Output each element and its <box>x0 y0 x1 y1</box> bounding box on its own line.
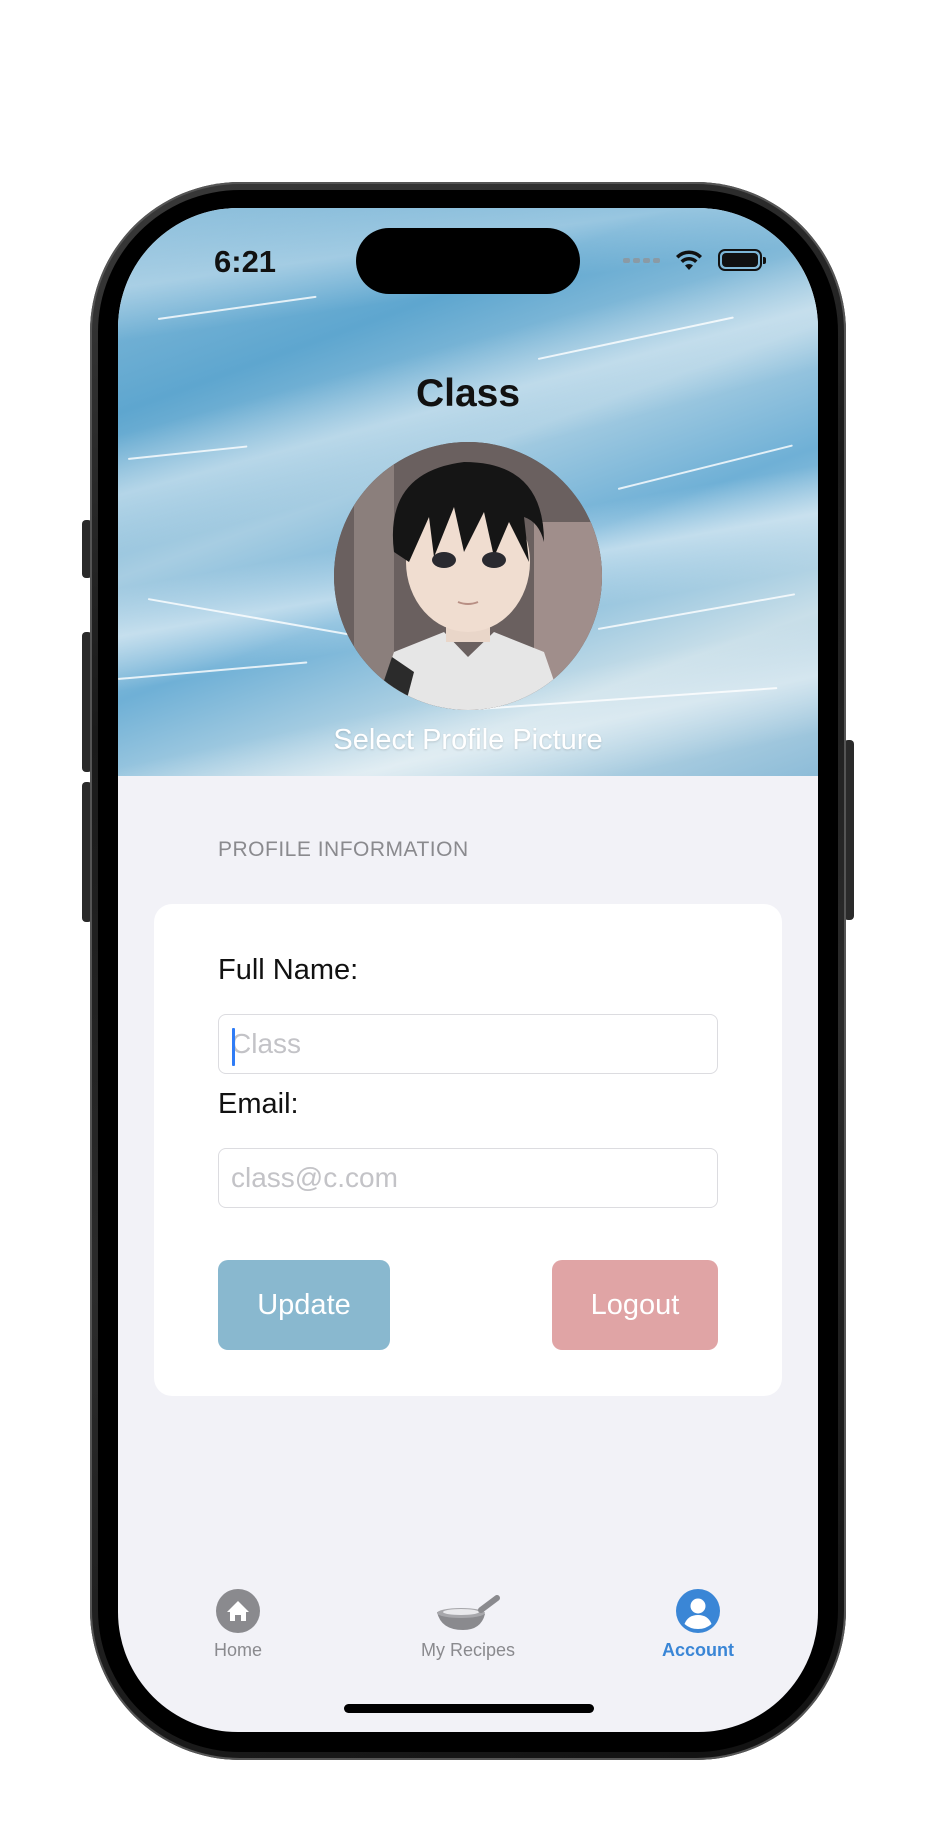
home-icon <box>216 1589 260 1633</box>
section-header-profile: PROFILE INFORMATION <box>218 838 469 861</box>
wifi-icon <box>676 250 702 270</box>
page-title: Class <box>415 372 521 415</box>
battery-icon <box>718 249 766 271</box>
email-input[interactable] <box>218 1148 718 1208</box>
tab-my-recipes-label: My Recipes <box>420 1640 516 1660</box>
profile-avatar[interactable] <box>334 442 602 710</box>
status-time: 6:21 <box>214 244 277 279</box>
app-screen: 6:21 Class Select Profile Picture PROFIL… <box>118 208 818 1732</box>
avatar-illustration <box>334 442 602 710</box>
cellular-signal-icon <box>623 257 660 263</box>
device-stage: 6:21 Class Select Profile Picture PROFIL… <box>0 0 936 1848</box>
account-icon <box>676 1589 720 1633</box>
dynamic-island <box>356 228 580 294</box>
profile-card: Full Name: Email: Update Logout <box>154 904 782 1396</box>
home-indicator <box>344 1704 594 1713</box>
update-button[interactable]: Update <box>218 1260 390 1350</box>
tab-my-recipes[interactable]: My Recipes <box>378 1588 558 1661</box>
cooking-pan-icon <box>437 1595 500 1630</box>
full-name-input[interactable] <box>218 1014 718 1074</box>
tab-home[interactable]: Home <box>148 1588 328 1661</box>
tab-account-label: Account <box>662 1640 734 1660</box>
select-profile-picture-button[interactable]: Select Profile Picture <box>118 724 818 757</box>
full-name-label: Full Name: <box>218 954 359 986</box>
logout-button[interactable]: Logout <box>552 1260 718 1350</box>
status-icons <box>623 248 766 272</box>
email-label: Email: <box>218 1088 299 1120</box>
tab-home-label: Home <box>213 1640 262 1660</box>
tab-bar: Home My Recipes Account <box>118 1588 818 1698</box>
text-caret <box>232 1028 235 1066</box>
tab-account[interactable]: Account <box>608 1588 788 1661</box>
